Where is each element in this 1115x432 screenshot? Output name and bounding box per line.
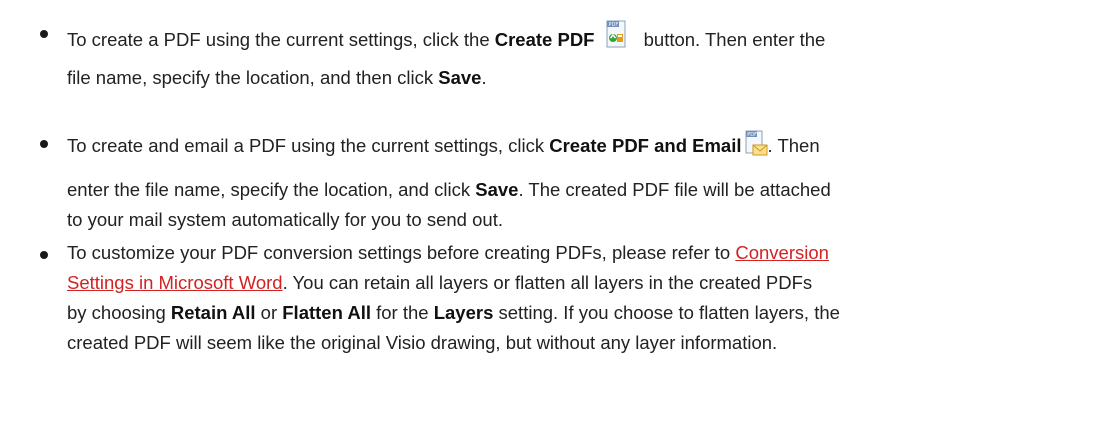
text-span: . Then <box>767 135 820 156</box>
text-span: enter the file name, specify the locatio… <box>67 179 476 200</box>
text-span: . <box>481 67 487 88</box>
text-span: or <box>255 302 283 323</box>
text-line: To create and email a PDF using the curr… <box>67 130 820 158</box>
text-line: To customize your PDF conversion setting… <box>67 241 829 265</box>
flatten-all-label: Flatten All <box>282 302 371 323</box>
text-span: . The created PDF file will be attached <box>518 179 831 200</box>
create-pdf-and-email-label: Create PDF and Email <box>549 135 742 156</box>
text-span: by choosing <box>67 302 171 323</box>
text-line: file name, specify the location, and the… <box>67 66 487 90</box>
text-span: for the <box>370 302 434 323</box>
layers-label: Layers <box>433 302 494 323</box>
create-pdf-label: Create PDF <box>494 29 595 50</box>
text-line: To create a PDF using the current settin… <box>67 20 825 52</box>
text-span: file name, specify the location, and the… <box>67 67 439 88</box>
conversion-settings-link[interactable]: Settings in Microsoft Word <box>67 272 283 293</box>
text-span: . You can retain all layers or flatten a… <box>282 272 813 293</box>
create-pdf-icon[interactable]: PDF <box>604 20 628 50</box>
text-span: button. Then enter the <box>638 29 826 50</box>
svg-text:PDF: PDF <box>747 132 757 138</box>
text-span: created PDF will seem like the original … <box>67 332 778 353</box>
save-label: Save <box>438 67 482 88</box>
text-line: Settings in Microsoft Word. You can reta… <box>67 271 812 295</box>
svg-text:PDF: PDF <box>609 22 619 28</box>
text-line: by choosing Retain All or Flatten All fo… <box>67 301 840 325</box>
text-line: to your mail system automatically for yo… <box>67 208 503 232</box>
create-pdf-email-icon[interactable]: PDF <box>744 130 768 156</box>
conversion-settings-link[interactable]: Conversion <box>735 242 829 263</box>
text-line: enter the file name, specify the locatio… <box>67 178 831 202</box>
text-line: created PDF will seem like the original … <box>67 331 777 355</box>
text-span: To create a PDF using the current settin… <box>67 29 495 50</box>
text-span: To create and email a PDF using the curr… <box>67 135 550 156</box>
bullet <box>40 251 48 259</box>
text-span: To customize your PDF conversion setting… <box>67 242 736 263</box>
text-span: to your mail system automatically for yo… <box>67 209 503 230</box>
bullet <box>40 140 48 148</box>
save-label: Save <box>475 179 519 200</box>
retain-all-label: Retain All <box>170 302 256 323</box>
text-span: setting. If you choose to flatten layers… <box>493 302 840 323</box>
bullet <box>40 30 48 38</box>
